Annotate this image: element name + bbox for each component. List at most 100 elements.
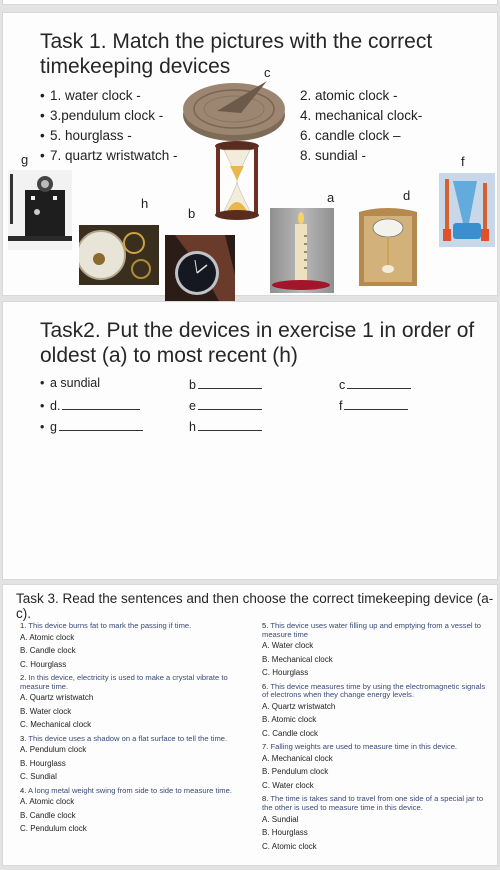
answer-blank[interactable] bbox=[197, 418, 262, 431]
task2-title: Task2. Put the devices in exercise 1 in … bbox=[40, 318, 474, 368]
answer-option[interactable]: C. Mechanical clock bbox=[20, 718, 248, 732]
answer-option[interactable]: A. Pendulum clock bbox=[20, 743, 248, 757]
question-number: 1. bbox=[20, 621, 27, 630]
order-item-h[interactable]: h bbox=[189, 418, 262, 434]
question-number: 3. bbox=[20, 733, 27, 743]
question-block: 7. Falling weights are used to measure t… bbox=[262, 743, 490, 792]
question-sentence: This device uses water filling up and em… bbox=[262, 621, 481, 639]
answer-option[interactable]: A. Atomic clock bbox=[20, 795, 248, 809]
answer-blank[interactable] bbox=[58, 418, 143, 431]
task1-item: • 5. hourglass - bbox=[40, 128, 132, 143]
task3-title: Task 3. Read the sentences and then choo… bbox=[16, 591, 494, 621]
question-text: 2. In this device, electricity is used t… bbox=[20, 673, 248, 691]
question-sentence: This device measures time by using the e… bbox=[262, 681, 486, 700]
question-text: 6. This device measures time by using th… bbox=[262, 681, 490, 700]
task1-item: 6. candle clock – bbox=[300, 128, 401, 143]
picture-label-h: h bbox=[141, 196, 149, 211]
question-number: 7. bbox=[262, 742, 269, 752]
answer-option[interactable]: A. Quartz wristwatch bbox=[262, 700, 490, 714]
picture-label-g: g bbox=[21, 152, 29, 167]
answer-option[interactable]: C. Pendulum clock bbox=[20, 822, 248, 836]
answer-option[interactable]: A. Mechanical clock bbox=[262, 752, 490, 766]
question-text: 7. Falling weights are used to measure t… bbox=[262, 743, 490, 752]
answer-blank[interactable] bbox=[347, 376, 412, 389]
question-sentence: A long metal weight swing from side to s… bbox=[28, 785, 232, 795]
task1-item: 2. atomic clock - bbox=[300, 88, 398, 103]
task1-title-line1: Task 1. Match the pictures with the corr… bbox=[40, 30, 433, 53]
picture-label-b: b bbox=[188, 206, 196, 221]
questions-column-right: 5. This device uses water filling up and… bbox=[262, 619, 490, 853]
task2-title-line2: oldest (a) to most recent (h) bbox=[40, 344, 298, 367]
answer-option[interactable]: C. Water clock bbox=[262, 779, 490, 793]
wristwatch-picture[interactable] bbox=[165, 235, 235, 303]
answer-blank[interactable] bbox=[197, 397, 262, 410]
answer-option[interactable]: A. Atomic clock bbox=[20, 631, 248, 645]
order-item-a: • a sundial bbox=[40, 376, 101, 390]
answer-option[interactable]: B. Pendulum clock bbox=[262, 765, 490, 779]
order-item-g[interactable]: • g bbox=[40, 418, 143, 434]
order-item-c[interactable]: c bbox=[339, 376, 412, 392]
pendulum-clock-picture[interactable] bbox=[357, 206, 419, 286]
answer-option[interactable]: C. Atomic clock bbox=[262, 840, 490, 854]
question-sentence: This device burns fat to mark the passin… bbox=[28, 621, 192, 630]
previous-slide-edge bbox=[3, 0, 497, 4]
answer-option[interactable]: B. Water clock bbox=[20, 705, 248, 719]
picture-label-a: a bbox=[327, 190, 335, 205]
atomic-clock-picture[interactable] bbox=[8, 170, 72, 250]
task1-item: • 7. quartz wristwatch - bbox=[40, 148, 178, 163]
question-block: 5. This device uses water filling up and… bbox=[262, 621, 490, 680]
task1-title: Task 1. Match the pictures with the corr… bbox=[40, 29, 432, 79]
order-item-b[interactable]: b bbox=[189, 376, 262, 392]
answer-option[interactable]: B. Mechanical clock bbox=[262, 653, 490, 667]
question-number: 4. bbox=[20, 785, 27, 795]
answer-blank[interactable] bbox=[197, 376, 262, 389]
question-sentence: Falling weights are used to measure time… bbox=[270, 742, 458, 752]
answer-option[interactable]: B. Atomic clock bbox=[262, 713, 490, 727]
answer-blank[interactable] bbox=[62, 397, 141, 410]
order-item-f[interactable]: f bbox=[339, 397, 409, 413]
task1-item: • 1. water clock - bbox=[40, 88, 141, 103]
question-block: 8. The time is takes sand to travel from… bbox=[262, 795, 490, 853]
answer-option[interactable]: B. Candle clock bbox=[20, 809, 248, 823]
answer-option[interactable]: C. Hourglass bbox=[262, 666, 490, 680]
answer-option[interactable]: A. Quartz wristwatch bbox=[20, 691, 248, 705]
answer-option[interactable]: C. Sundial bbox=[20, 770, 248, 784]
task2-slide: Task2. Put the devices in exercise 1 in … bbox=[3, 302, 497, 579]
task3-slide: Task 3. Read the sentences and then choo… bbox=[3, 585, 497, 865]
answer-blank[interactable] bbox=[344, 397, 409, 410]
questions-column-left: 1. This device burns fat to mark the pas… bbox=[20, 619, 248, 836]
answer-option[interactable]: B. Candle clock bbox=[20, 644, 248, 658]
answer-option[interactable]: A. Sundial bbox=[262, 813, 490, 827]
task1-item: • 3.pendulum clock - bbox=[40, 108, 164, 123]
answer-option[interactable]: A. Water clock bbox=[262, 639, 490, 653]
question-block: 1. This device burns fat to mark the pas… bbox=[20, 621, 248, 672]
sundial-picture[interactable] bbox=[181, 73, 287, 143]
task1-item: 4. mechanical clock- bbox=[300, 108, 423, 123]
task2-title-line1: Task2. Put the devices in exercise 1 in … bbox=[40, 319, 475, 342]
answer-option[interactable]: C. Hourglass bbox=[20, 658, 248, 672]
mechanical-clock-picture[interactable] bbox=[79, 225, 159, 285]
order-item-d[interactable]: • d. bbox=[40, 397, 141, 413]
question-block: 3. This device uses a shadow on a flat s… bbox=[20, 733, 248, 784]
question-block: 6. This device measures time by using th… bbox=[262, 681, 490, 741]
hourglass-picture[interactable] bbox=[213, 141, 261, 221]
question-sentence: The time is takes sand to travel from on… bbox=[262, 794, 484, 813]
question-sentence: In this device, electricity is used to m… bbox=[20, 673, 228, 691]
question-block: 2. In this device, electricity is used t… bbox=[20, 673, 248, 732]
question-text: 3. This device uses a shadow on a flat s… bbox=[20, 733, 248, 744]
question-text: 8. The time is takes sand to travel from… bbox=[262, 795, 490, 812]
question-text: 5. This device uses water filling up and… bbox=[262, 621, 490, 639]
answer-option[interactable]: B. Hourglass bbox=[262, 826, 490, 840]
picture-label-f: f bbox=[461, 154, 465, 169]
picture-label-d: d bbox=[403, 188, 411, 203]
question-text: 4. A long metal weight swing from side t… bbox=[20, 785, 248, 796]
answer-option[interactable]: B. Hourglass bbox=[20, 757, 248, 771]
question-sentence: This device uses a shadow on a flat surf… bbox=[28, 733, 228, 743]
order-item-e[interactable]: e bbox=[189, 397, 262, 413]
task1-slide: Task 1. Match the pictures with the corr… bbox=[3, 13, 497, 303]
answer-option[interactable]: C. Candle clock bbox=[262, 727, 490, 741]
question-text: 1. This device burns fat to mark the pas… bbox=[20, 621, 248, 631]
candle-clock-picture[interactable] bbox=[270, 208, 334, 293]
water-clock-picture[interactable] bbox=[439, 173, 495, 247]
question-block: 4. A long metal weight swing from side t… bbox=[20, 785, 248, 836]
